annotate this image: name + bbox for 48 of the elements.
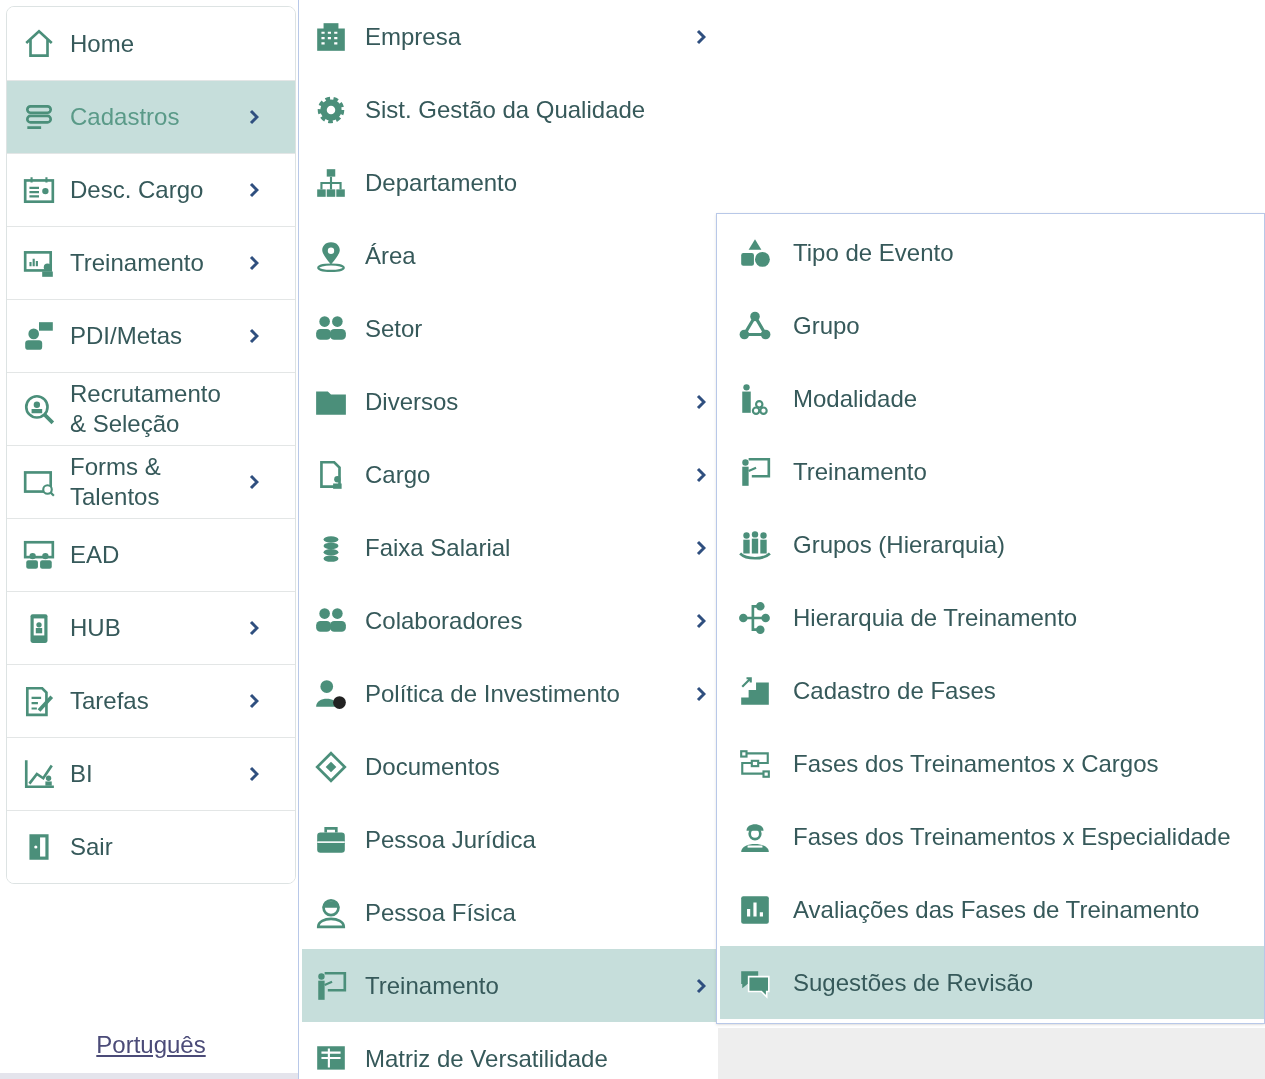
menu-item-label: Diversos bbox=[365, 386, 460, 417]
menu-item-label: Recrutamento & Seleção bbox=[70, 379, 222, 439]
menu-item-label: Sugestões de Revisão bbox=[793, 967, 1035, 998]
hierarchy-icon bbox=[738, 600, 772, 635]
menu-item-label: Pessoa Física bbox=[365, 897, 517, 928]
menu-item-label: Pessoa Jurídica bbox=[365, 824, 537, 855]
menu-item-label: HUB bbox=[70, 613, 122, 643]
group-screen-icon bbox=[22, 538, 56, 572]
menu-item-label: Cadastros bbox=[70, 102, 181, 132]
menu-item-label: EAD bbox=[70, 540, 121, 570]
person-chat-icon bbox=[22, 319, 56, 353]
chart-icon bbox=[22, 757, 56, 791]
menu-item-label: Treinamento bbox=[365, 970, 500, 1001]
menu-item-label: Hierarquia de Treinamento bbox=[793, 602, 1079, 633]
menu-item-label: Matriz de Versatilidade bbox=[365, 1043, 609, 1074]
menu-item[interactable]: Sair bbox=[7, 810, 295, 883]
language-link[interactable]: Português bbox=[96, 1027, 206, 1063]
menu-item-label: PDI/Metas bbox=[70, 321, 184, 351]
menu-item-label: Setor bbox=[365, 313, 424, 344]
menu-item-label: Fases dos Treinamentos x Cargos bbox=[793, 748, 1160, 779]
menu-item-label: Política de Investimento bbox=[365, 678, 621, 709]
menu-item-label: Treinamento bbox=[793, 456, 928, 487]
menu-item-label: Empresa bbox=[365, 21, 463, 52]
menu-item-label: Sist. Gestão da Qualidade bbox=[365, 94, 647, 125]
menu-item-label: Cadastro de Fases bbox=[793, 675, 997, 706]
menu-item-label: BI bbox=[70, 759, 94, 789]
menu-item-label: Desc. Cargo bbox=[70, 175, 205, 205]
menu-item-label: Área bbox=[365, 240, 417, 271]
diamond-icon bbox=[314, 749, 348, 784]
menu-item-label: Modalidade bbox=[793, 383, 919, 414]
menu-item-label: Grupos (Hierarquia) bbox=[793, 529, 1007, 560]
menu-item-label: Tarefas bbox=[70, 686, 150, 716]
menu-item-label: Departamento bbox=[365, 167, 519, 198]
menu-item[interactable]: Sugestões de Revisão bbox=[720, 946, 1264, 1019]
menu-item-label: Tipo de Evento bbox=[793, 237, 955, 268]
menu-item-label: Faixa Salarial bbox=[365, 532, 512, 563]
menu-item-label: Documentos bbox=[365, 751, 501, 782]
menu-item-label: Home bbox=[70, 28, 136, 59]
menu-item-label: Cargo bbox=[365, 459, 432, 490]
menu-item-label: Treinamento bbox=[70, 248, 205, 278]
menu-item-label: Fases dos Treinamentos x Especialidade bbox=[793, 821, 1232, 852]
menu-item[interactable]: Treinamento bbox=[302, 949, 718, 1022]
menu-item-label: Forms & Talentos bbox=[70, 452, 162, 512]
menu-item-label: Grupo bbox=[793, 310, 861, 341]
menu-item-label: Colaboradores bbox=[365, 605, 524, 636]
menu-item-label: Avaliações das Fases de Treinamento bbox=[793, 894, 1201, 925]
menu-item-label: Sair bbox=[70, 832, 114, 862]
person-search-icon bbox=[22, 392, 56, 426]
